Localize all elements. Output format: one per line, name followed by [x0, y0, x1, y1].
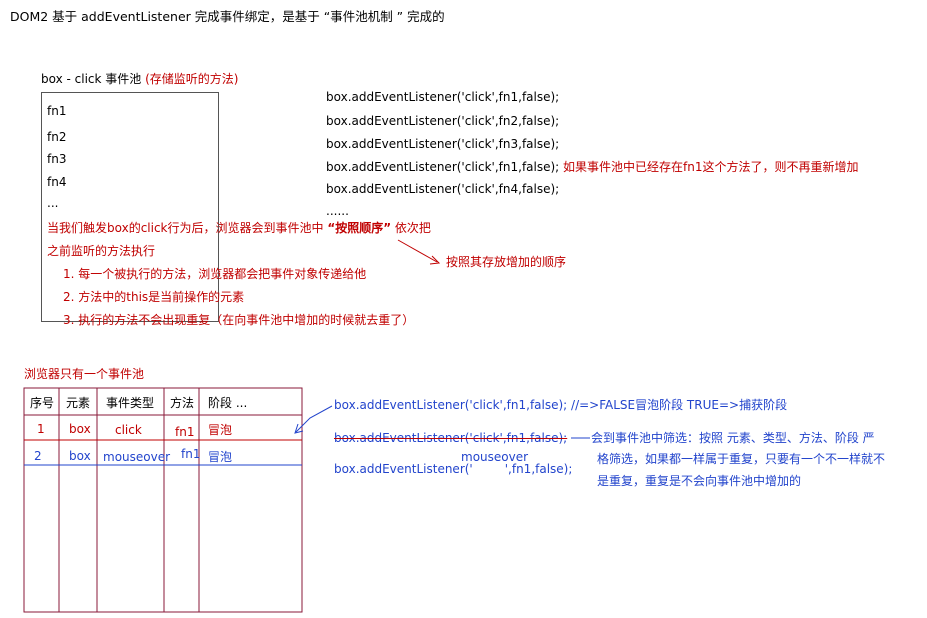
- duplicate-code-line: box.addEventListener('click',fn1,false);: [334, 431, 568, 445]
- table-row-2-method: fn1: [181, 447, 201, 461]
- mouseover-code-pre: box.addEventListener(': [334, 462, 473, 476]
- table-row-2-element: box: [69, 449, 91, 463]
- connector-lines: [23, 239, 590, 613]
- table-row-1-element: box: [69, 422, 91, 436]
- table-row-1-type: click: [115, 423, 142, 437]
- order-arrow-head: [429, 255, 441, 265]
- blue-arrow-line: [295, 405, 333, 433]
- table-border: [23, 387, 303, 613]
- table-header-type: 事件类型: [106, 396, 155, 410]
- table-row-2-index: 2: [34, 449, 42, 463]
- dedupe-note-line-1: 会到事件池中筛选：按照 元素、类型、方法、阶段 严: [591, 431, 875, 445]
- order-arrow-line: [397, 239, 438, 263]
- mouseover-code-post: ',fn1,false);: [504, 462, 573, 476]
- dedupe-note-line-3: 是重复，重复是不会向事件池中增加的: [597, 474, 802, 488]
- table-row-2-phase: 冒泡: [208, 450, 233, 464]
- table-header-phase: 阶段 ...: [208, 396, 248, 410]
- table-header-index: 序号: [30, 396, 55, 410]
- table-row-2-type: mouseover: [103, 450, 171, 464]
- dedupe-note-line-2: 格筛选，如果都一样属于重复，只要有一个不一样就不: [597, 452, 886, 466]
- phase-note-line: box.addEventListener('click',fn1,false);…: [334, 398, 788, 412]
- table-row-1-index: 1: [37, 422, 45, 436]
- table-header-method: 方法: [170, 396, 195, 410]
- table-row-1-method: fn1: [175, 425, 195, 439]
- mouseover-code-line: box.addEventListener(' ',fn1,false);: [334, 463, 572, 475]
- table-row-1-phase: 冒泡: [208, 423, 233, 437]
- table-header-element: 元素: [66, 396, 91, 410]
